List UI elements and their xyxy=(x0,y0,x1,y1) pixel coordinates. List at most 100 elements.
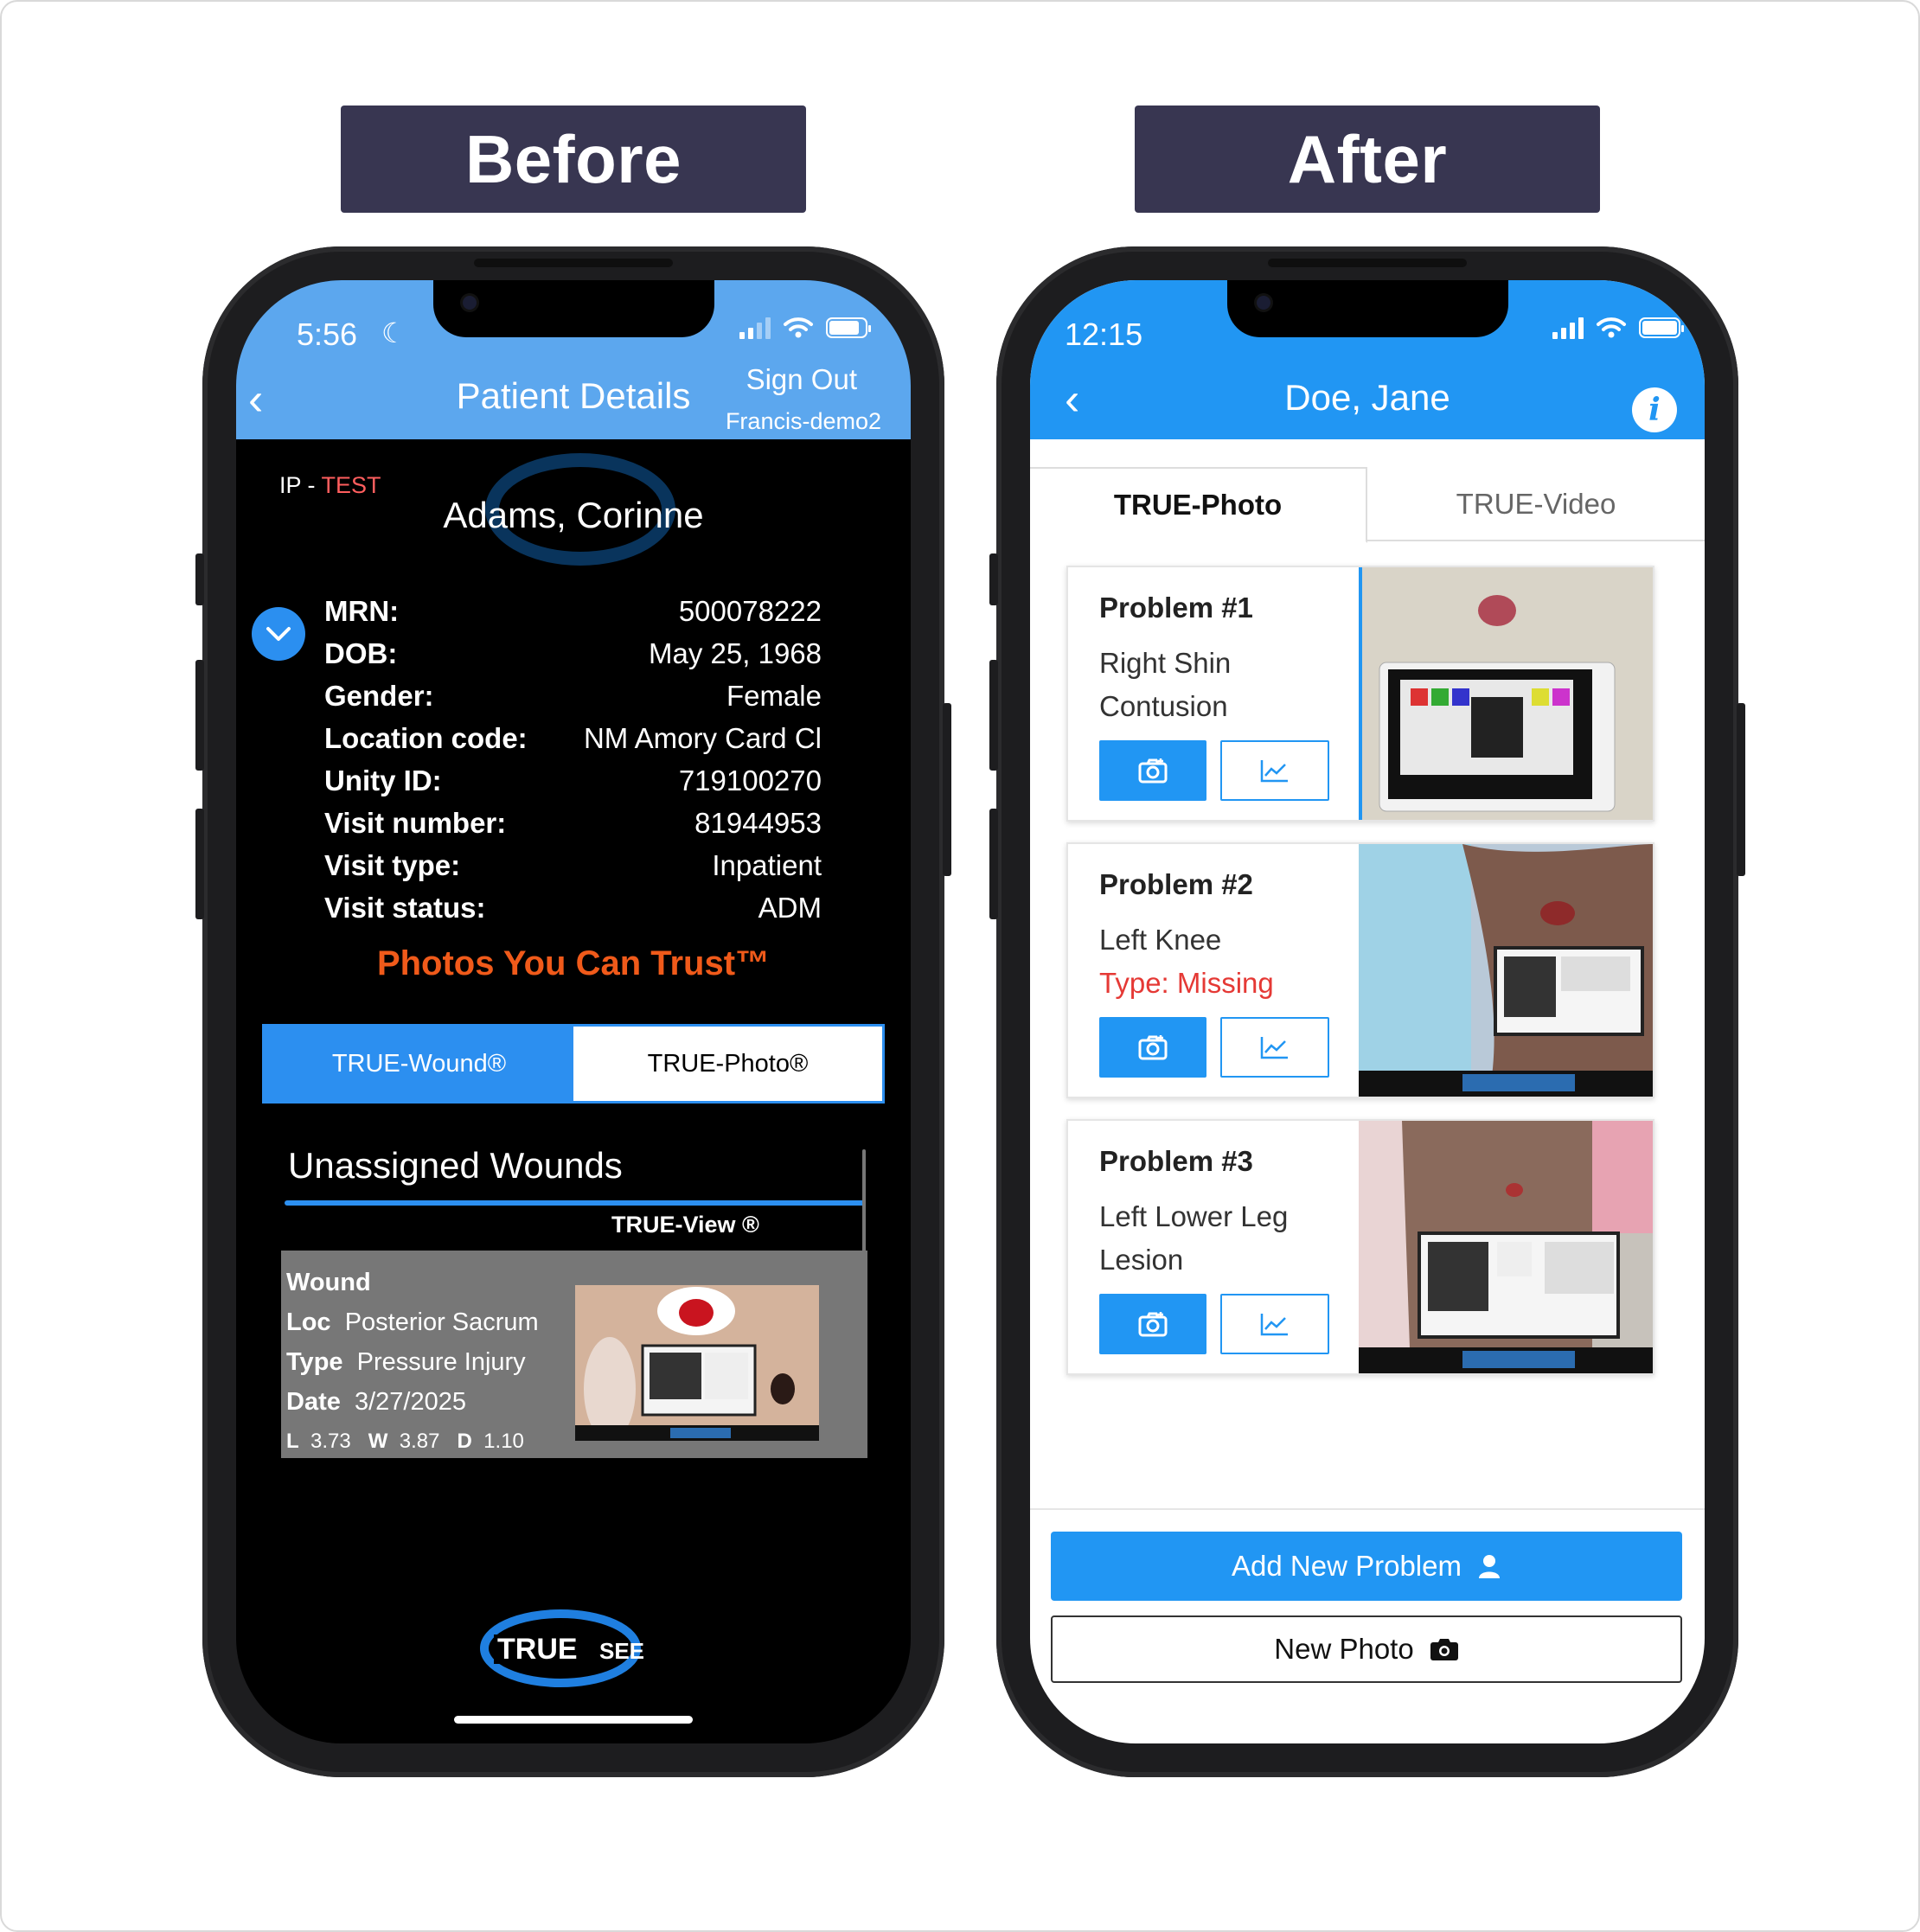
tab-true-photo[interactable]: TRUE-Photo xyxy=(1030,467,1367,543)
info-icon[interactable]: i xyxy=(1632,387,1677,432)
chevron-down-icon xyxy=(266,627,291,641)
problem-photo xyxy=(1359,567,1653,820)
module-tabs: TRUE-Wound® TRUE-Photo® xyxy=(262,1024,885,1104)
detail-row: MRN: 500078222 xyxy=(324,590,822,632)
type-label: Type xyxy=(286,1348,343,1376)
camera-add-icon xyxy=(1138,1035,1168,1060)
section-underline xyxy=(285,1200,866,1206)
length-value: 3.73 xyxy=(310,1430,351,1453)
problem-title: Problem #2 xyxy=(1099,868,1253,900)
trend-chart-button[interactable] xyxy=(1220,1294,1329,1354)
problem-description: Left Lower Leg Lesion xyxy=(1099,1195,1288,1282)
status-icons xyxy=(1552,317,1684,339)
truesee-logo: TRUE SEE xyxy=(236,1603,911,1694)
before-label: Before xyxy=(341,106,806,213)
tab-true-wound[interactable]: TRUE-Wound® xyxy=(265,1027,573,1101)
problem-card[interactable]: Problem #3 Left Lower Leg Lesion xyxy=(1066,1119,1654,1375)
wifi-icon xyxy=(784,317,813,338)
detail-key: Visit status: xyxy=(324,892,486,924)
new-photo-label: New Photo xyxy=(1274,1633,1414,1665)
line-chart-icon xyxy=(1260,1314,1288,1336)
detail-key: Location code: xyxy=(324,722,528,754)
detail-key: Visit number: xyxy=(324,807,507,839)
problem-type: Lesion xyxy=(1099,1244,1184,1276)
detail-row: Visit status: ADM xyxy=(324,886,822,929)
camera-add-icon xyxy=(1138,758,1168,784)
problem-card[interactable]: Problem #2 Left Knee Type: Missing xyxy=(1066,842,1654,1098)
detail-key: Unity ID: xyxy=(324,764,442,796)
camera-add-icon xyxy=(1138,1312,1168,1337)
problem-card[interactable]: Problem #1 Right Shin Contusion xyxy=(1066,566,1654,822)
expand-chevron-button[interactable] xyxy=(252,607,305,661)
depth-value: 1.10 xyxy=(483,1430,524,1453)
problem-title: Problem #1 xyxy=(1099,592,1253,624)
detail-row: DOB: May 25, 1968 xyxy=(324,632,822,675)
wound-heading: Wound xyxy=(286,1269,371,1296)
before-screen: 5:56 ☾ ‹ Patient Details Sign Out Franci… xyxy=(236,280,911,1743)
problem-photo xyxy=(1359,1121,1653,1373)
signal-icon xyxy=(739,317,771,339)
after-label: After xyxy=(1135,106,1600,213)
length-label: L xyxy=(286,1430,299,1453)
detail-row: Gender: Female xyxy=(324,675,822,717)
username-label: Francis-demo2 xyxy=(725,408,881,434)
wound-card[interactable]: Wound Loc Posterior Sacrum Type Pressure… xyxy=(281,1251,867,1458)
wifi-icon xyxy=(1597,317,1626,338)
tab-true-photo[interactable]: TRUE-Photo® xyxy=(573,1027,882,1101)
tagline: Photos You Can Trust™ xyxy=(376,944,771,982)
add-photo-button[interactable] xyxy=(1099,1017,1206,1078)
tab-true-video[interactable]: TRUE-Video xyxy=(1367,467,1705,541)
detail-key: DOB: xyxy=(324,637,398,669)
patient-details-list: MRN: 500078222 DOB: May 25, 1968 Gender: Fe… xyxy=(324,590,822,929)
battery-icon xyxy=(1639,317,1684,338)
page-title: Doe, Jane xyxy=(1284,377,1450,418)
add-photo-button[interactable] xyxy=(1099,740,1206,801)
detail-row: Visit type: Inpatient xyxy=(324,844,822,886)
date-label: Date xyxy=(286,1388,341,1416)
loc-label: Loc xyxy=(286,1308,331,1336)
wound-photo xyxy=(575,1285,819,1441)
detail-row: Location code: NM Amory Card Cl xyxy=(324,717,822,759)
add-new-problem-button[interactable]: Add New Problem xyxy=(1051,1532,1682,1601)
notch xyxy=(433,280,714,337)
depth-label: D xyxy=(457,1430,472,1453)
date-value: 3/27/2025 xyxy=(354,1388,466,1416)
before-phone: 5:56 ☾ ‹ Patient Details Sign Out Franci… xyxy=(195,246,951,1777)
signal-icon xyxy=(1552,317,1584,339)
camera-icon xyxy=(1430,1639,1458,1660)
section-title: Unassigned Wounds xyxy=(288,1145,623,1186)
detail-value: 719100270 xyxy=(678,764,822,796)
sign-out-link[interactable]: Sign Out xyxy=(746,363,857,396)
after-phone: 12:15 ‹ Doe, Jane i TRUE-Photo TRUE-Vide… xyxy=(989,246,1745,1777)
trend-chart-button[interactable] xyxy=(1220,740,1329,801)
add-photo-button[interactable] xyxy=(1099,1294,1206,1354)
patient-name: Adams, Corinne xyxy=(443,495,704,535)
detail-value: NM Amory Card Cl xyxy=(583,722,822,754)
detail-row: Visit number: 81944953 xyxy=(324,802,822,844)
detail-value: 500078222 xyxy=(678,595,822,627)
problem-location: Left Knee xyxy=(1099,924,1222,956)
problem-description: Right Shin Contusion xyxy=(1099,642,1231,728)
problem-photo xyxy=(1359,844,1653,1097)
detail-key: Visit type: xyxy=(324,849,461,881)
trend-chart-button[interactable] xyxy=(1220,1017,1329,1078)
notch xyxy=(1227,280,1508,337)
new-photo-button[interactable]: New Photo xyxy=(1051,1615,1682,1683)
line-chart-icon xyxy=(1260,1037,1288,1059)
line-chart-icon xyxy=(1260,760,1288,783)
status-time: 5:56 xyxy=(297,317,358,352)
detail-value: Female xyxy=(726,680,822,712)
detail-row: Unity ID: 719100270 xyxy=(324,759,822,802)
wound-info: Wound Loc Posterior Sacrum Type Pressure… xyxy=(286,1263,539,1462)
brand-part1: TRUE xyxy=(497,1633,578,1666)
detail-key: MRN: xyxy=(324,595,400,627)
footer-divider xyxy=(1030,1508,1705,1510)
type-value: Pressure Injury xyxy=(356,1348,526,1376)
trueview-label: TRUE-View ® xyxy=(611,1212,759,1238)
problem-type-missing: Type: Missing xyxy=(1099,967,1274,999)
detail-value: Inpatient xyxy=(712,849,822,881)
home-indicator[interactable] xyxy=(454,1716,693,1724)
problem-type: Contusion xyxy=(1099,690,1228,722)
status-time: 12:15 xyxy=(1065,317,1143,352)
detail-value: May 25, 1968 xyxy=(649,637,822,669)
